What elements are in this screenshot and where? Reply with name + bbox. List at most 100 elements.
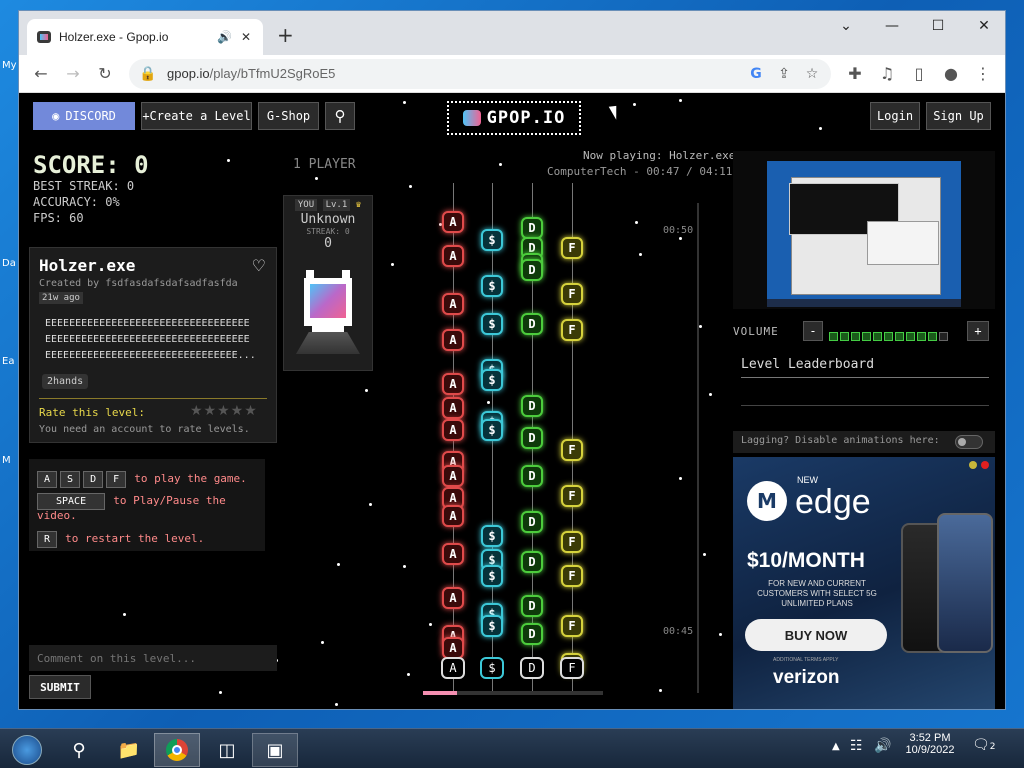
volume-segment[interactable] (917, 332, 926, 341)
star (315, 177, 318, 180)
advertisement[interactable]: M NEW edge $10/MONTH FOR NEW AND CURRENT… (733, 457, 995, 709)
volume-segment[interactable] (906, 332, 915, 341)
star (429, 623, 432, 626)
desktop-icon-label[interactable]: M (2, 455, 11, 466)
close-window-button[interactable]: ✕ (961, 11, 1007, 41)
level-tag[interactable]: 2hands (42, 374, 89, 389)
volume-segment[interactable] (829, 332, 838, 341)
notification-icon[interactable]: 🗨2 (972, 737, 996, 753)
volume-down-button[interactable]: - (803, 321, 823, 341)
star (123, 613, 126, 616)
note-a: A (442, 419, 464, 441)
level-creator[interactable]: Created by fsdfasdafsdafsadfasfda (39, 278, 238, 289)
note-a: A (442, 587, 464, 609)
hit-receptor-s[interactable]: $ (480, 657, 504, 679)
star (365, 389, 368, 392)
volume-meter[interactable] (829, 326, 967, 341)
divider (741, 377, 989, 378)
gshop-button[interactable]: G-Shop (258, 102, 319, 130)
timeline-track (697, 203, 699, 693)
new-tab-button[interactable]: + (277, 25, 294, 45)
back-icon[interactable]: ← (27, 60, 55, 88)
menu-kebab-icon[interactable]: ⋮ (969, 60, 997, 88)
submit-comment-button[interactable]: SUBMIT (29, 675, 91, 699)
rate-label: Rate this level: (39, 406, 145, 419)
signup-button[interactable]: Sign Up (926, 102, 991, 130)
app-taskbar-icon[interactable]: ◫ (204, 733, 250, 767)
animation-toggle[interactable] (955, 435, 983, 449)
level-description: EEEEEEEEEEEEEEEEEEEEEEEEEEEEEEEEEE EEEEEE… (45, 318, 256, 361)
star (337, 563, 340, 566)
volume-segment[interactable] (862, 332, 871, 341)
note-a: A (442, 505, 464, 527)
volume-segment[interactable] (939, 332, 948, 341)
tab-search-icon[interactable]: ⌄ (823, 11, 869, 41)
hit-receptor-a[interactable]: A (441, 657, 465, 679)
restart-instruction: to restart the level. (65, 532, 205, 545)
login-button[interactable]: Login (870, 102, 920, 130)
network-icon[interactable]: ☷ (850, 738, 863, 754)
video-player[interactable] (733, 151, 995, 309)
note-d: D (521, 465, 543, 487)
timeline-mark: 00:45 (663, 626, 694, 637)
hit-receptor-f[interactable]: F (560, 657, 584, 679)
app-taskbar-icon[interactable]: ▣ (252, 733, 298, 767)
player-avatar (296, 270, 360, 354)
show-hidden-icons[interactable]: ▲ (832, 741, 840, 752)
url-text[interactable]: gpop.io/play/bTfmU2SgRoE5 (167, 66, 737, 81)
maximize-button[interactable]: ☐ (915, 11, 961, 41)
desktop-icon-label[interactable]: Da (2, 258, 16, 269)
system-clock[interactable]: 3:52 PM 10/9/2022 (898, 732, 962, 756)
chrome-taskbar-icon[interactable] (154, 733, 200, 767)
volume-segment[interactable] (895, 332, 904, 341)
rating-stars[interactable]: ★★★★★ (190, 403, 258, 419)
volume-segment[interactable] (928, 332, 937, 341)
search-icon[interactable]: ⚲ (56, 733, 102, 767)
extensions-icon[interactable]: ✚ (841, 60, 869, 88)
comment-input[interactable] (29, 645, 277, 671)
volume-icon[interactable]: 🔊 (874, 738, 891, 754)
ad-buy-now-button[interactable]: BUY NOW (745, 619, 887, 651)
bookmark-star-icon[interactable]: ☆ (803, 66, 821, 82)
star (321, 641, 324, 644)
volume-up-button[interactable]: + (967, 321, 989, 341)
now-playing-title: Now playing: Holzer.exe (583, 149, 736, 162)
song-progress-bar[interactable] (423, 691, 603, 695)
heart-icon[interactable]: ♡ (252, 256, 266, 275)
note-f: F (561, 237, 583, 259)
star (227, 159, 230, 162)
file-explorer-icon[interactable]: 📁 (106, 733, 152, 767)
start-button[interactable] (2, 733, 52, 767)
gpop-logo[interactable]: GPOP.IO (447, 101, 581, 135)
browser-toolbar: ← → ↻ 🔒 gpop.io/play/bTfmU2SgRoE5 G ⇪ ☆ … (19, 55, 1005, 93)
desktop-icon-label[interactable]: My (2, 60, 17, 71)
volume-segment[interactable] (884, 332, 893, 341)
key-space: SPACE (37, 493, 106, 510)
close-tab-icon[interactable]: ✕ (239, 30, 253, 44)
address-bar[interactable]: 🔒 gpop.io/play/bTfmU2SgRoE5 G ⇪ ☆ (129, 58, 831, 89)
volume-segment[interactable] (873, 332, 882, 341)
share-icon[interactable]: ⇪ (775, 66, 793, 82)
speaker-icon[interactable]: 🔊 (217, 30, 232, 44)
side-panel-icon[interactable]: ▯ (905, 60, 933, 88)
media-control-icon[interactable]: ♫ (873, 60, 901, 88)
search-icon[interactable]: ⚲ (325, 102, 355, 130)
browser-tab[interactable]: Holzer.exe - Gpop.io 🔊 ✕ (27, 19, 263, 55)
profile-avatar-icon[interactable]: ● (937, 60, 965, 88)
volume-segment[interactable] (840, 332, 849, 341)
volume-segment[interactable] (851, 332, 860, 341)
hit-receptor-d[interactable]: D (520, 657, 544, 679)
browser-window: Holzer.exe - Gpop.io 🔊 ✕ + ⌄ — ☐ ✕ ← → ↻… (18, 10, 1006, 710)
minimize-button[interactable]: — (869, 11, 915, 41)
google-translate-icon[interactable]: G (747, 66, 765, 82)
discord-button[interactable]: ◉ DISCORD (33, 102, 135, 130)
create-level-button[interactable]: +Create a Level (141, 102, 252, 130)
player-mode: 1 PLAYER (293, 157, 356, 172)
desktop-icon-label[interactable]: Ea (2, 356, 14, 367)
star (391, 263, 394, 266)
lock-icon[interactable]: 🔒 (139, 66, 157, 82)
player-card: YOU Lv.1 ♛ Unknown STREAK: 0 0 (283, 195, 373, 371)
forward-icon[interactable]: → (59, 60, 87, 88)
player-name: Unknown (300, 212, 356, 227)
reload-icon[interactable]: ↻ (91, 60, 119, 88)
